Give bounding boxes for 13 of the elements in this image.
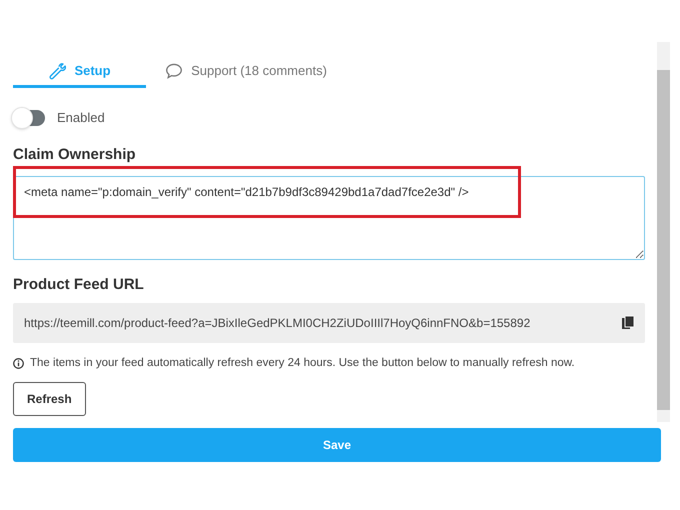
toggle-switch[interactable] bbox=[13, 110, 45, 126]
section-title: Claim Ownership bbox=[13, 144, 137, 164]
text-area[interactable]: <meta name="p:domain_verify" content="d21b7b9df3c89429bd1a7dad7fce2e3d" /> bbox=[13, 176, 645, 260]
url-field[interactable]: https://teemill.com/product-feed?a=JBixIleGedPKLMI0CH2ZiUDoIIIl7HoyQ6innFNO&b=155892 bbox=[13, 302, 645, 342]
speech-bubble-icon bbox=[165, 62, 184, 78]
refresh-button[interactable]: Refresh bbox=[13, 382, 86, 416]
tab[interactable]: Support (18 comments) bbox=[146, 56, 346, 88]
section-title: Product Feed URL bbox=[13, 275, 145, 295]
wrench-icon bbox=[48, 62, 66, 80]
copy-icon[interactable] bbox=[622, 316, 634, 329]
info-icon bbox=[13, 358, 24, 369]
info-text: The items in your feed automatically refresh every 24 hours. Use the button below to manually refresh now. bbox=[30, 356, 575, 370]
toggle-label: Enabled bbox=[57, 109, 105, 127]
